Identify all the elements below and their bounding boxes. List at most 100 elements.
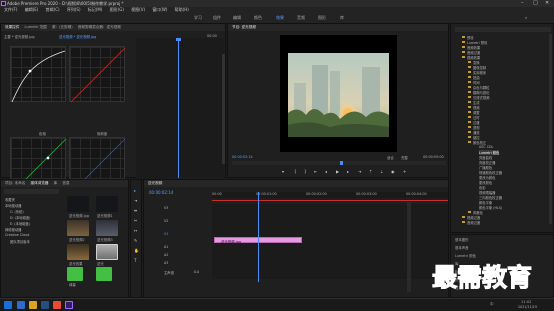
windows-start-icon[interactable] <box>4 301 12 309</box>
tab-project[interactable]: 项目: 未命名 <box>5 181 25 185</box>
essential-graphics-tab[interactable]: 基本图形 <box>455 237 469 242</box>
thumb-3[interactable] <box>67 220 89 236</box>
in-point-icon[interactable]: { <box>294 169 297 174</box>
lumetri-color-tab[interactable]: Lumetri 颜色 <box>455 253 476 258</box>
hand-tool-icon[interactable]: ✋ <box>134 248 139 253</box>
go-to-in-icon[interactable]: ⇤ <box>314 169 317 174</box>
effects-search-input[interactable] <box>455 27 551 32</box>
minimize-button[interactable]: – <box>521 0 524 7</box>
tab-libraries[interactable]: 库 <box>54 181 58 185</box>
menu-clip[interactable]: 剪辑(C) <box>46 7 60 12</box>
effects-tree-item[interactable]: ASC CDL <box>479 145 493 149</box>
tree-local-drives[interactable]: 本地驱动器 <box>5 203 21 208</box>
extract-icon[interactable]: ⇣ <box>380 169 383 174</box>
step-back-icon[interactable]: ◂ <box>325 169 327 174</box>
master-volume-value[interactable]: 0.0 <box>194 270 199 274</box>
tree-drive-d[interactable]: D: (本地磁盘) <box>10 215 30 220</box>
track-a3[interactable]: A3 <box>164 261 168 265</box>
workspace-audio[interactable]: 音频 <box>297 15 305 21</box>
workspace-learn[interactable]: 学习 <box>194 15 202 21</box>
quality-dropdown[interactable]: 完整 <box>401 155 408 160</box>
track-v2[interactable]: V2 <box>164 219 168 223</box>
workspace-libraries[interactable]: 库 <box>340 15 344 21</box>
thumb-6[interactable] <box>96 244 118 260</box>
effects-scrollbar[interactable] <box>549 34 552 224</box>
tree-creative-cloud[interactable]: Creative Cloud <box>5 233 29 237</box>
close-button[interactable]: ✕ <box>545 0 549 7</box>
monitor-playhead[interactable] <box>340 161 343 165</box>
tab-effect-controls[interactable]: 效果控件 <box>5 25 19 29</box>
track-v3[interactable]: V3 <box>164 206 168 210</box>
keyframe-area[interactable] <box>136 38 224 178</box>
workspace-editing[interactable]: 编辑 <box>233 15 241 21</box>
effect-scrollbar[interactable] <box>222 54 225 164</box>
menu-sequence[interactable]: 序列(S) <box>67 7 81 12</box>
menu-window[interactable]: 窗口(W) <box>152 7 167 12</box>
track-v1[interactable]: V1 <box>164 232 168 236</box>
track-a2[interactable]: A2 <box>164 253 168 257</box>
tab-info[interactable]: 信息 <box>62 181 69 185</box>
chrome-icon[interactable] <box>53 301 61 309</box>
type-tool-icon[interactable]: T <box>134 258 136 263</box>
store-icon[interactable] <box>41 301 49 309</box>
monitor-scrub-bar[interactable] <box>232 161 446 165</box>
premiere-taskbar-icon[interactable] <box>65 301 73 309</box>
folder-icon[interactable] <box>29 301 37 309</box>
razor-tool-icon[interactable]: ✂ <box>134 218 137 223</box>
ripple-edit-tool-icon[interactable]: ⇹ <box>134 208 137 213</box>
essential-sound-tab[interactable]: 基本声音 <box>455 245 469 250</box>
add-button-icon[interactable]: + <box>403 169 406 174</box>
thumb-5[interactable] <box>67 244 89 260</box>
track-a1[interactable]: A1 <box>164 245 168 249</box>
play-icon[interactable]: ▶ <box>336 169 339 174</box>
timeline-playhead[interactable] <box>258 192 259 282</box>
search-icon[interactable]: ⌕ <box>525 15 527 20</box>
menu-edit[interactable]: 编辑(E) <box>25 7 39 12</box>
tab-audio-clip-mixer[interactable]: 音频剪辑混合器：逆光视频 <box>78 25 121 29</box>
tab-lumetri-scopes[interactable]: Lumetri 范围 <box>25 25 47 29</box>
lift-icon[interactable]: ⇡ <box>369 169 372 174</box>
edge-icon[interactable] <box>17 301 25 309</box>
work-area-bar[interactable] <box>212 200 448 201</box>
media-search-input[interactable] <box>4 189 59 194</box>
tab-sequence[interactable]: 逆光视频 <box>148 181 162 185</box>
menu-view[interactable]: 视图(V) <box>131 7 145 12</box>
tab-program[interactable]: 节目: 逆光视频 <box>232 25 256 29</box>
timeline-scrollbar[interactable] <box>407 202 411 292</box>
input-language-indicator[interactable]: 中 <box>490 302 494 307</box>
tree-drive-c[interactable]: C: (系统) <box>10 209 24 214</box>
fit-dropdown[interactable]: 适合 <box>387 155 394 160</box>
menu-graphics[interactable]: 图形(G) <box>110 7 124 12</box>
out-point-icon[interactable]: } <box>304 169 307 174</box>
thumb-7[interactable] <box>67 267 83 281</box>
thumb-2[interactable] <box>96 196 118 212</box>
program-timecode[interactable]: 00:00:02:14 <box>232 155 253 159</box>
menu-help[interactable]: 帮助(H) <box>175 7 189 12</box>
workspace-color[interactable]: 颜色 <box>254 15 262 21</box>
clock-time[interactable]: 11:02 <box>521 300 531 304</box>
marker-icon[interactable]: ▾ <box>282 169 284 174</box>
workspace-effects[interactable]: 效果 <box>276 15 284 21</box>
selection-tool-icon[interactable]: ▸ <box>134 188 136 193</box>
tree-drive-e[interactable]: E: (本地磁盘) <box>10 221 30 226</box>
track-select-tool-icon[interactable]: ⇥ <box>134 198 137 203</box>
thumb-1[interactable] <box>67 196 89 212</box>
menu-marker[interactable]: 标记(M) <box>88 7 103 12</box>
menu-file[interactable]: 文件(F) <box>4 7 17 12</box>
tree-favorites[interactable]: 收藏夹 <box>5 197 15 202</box>
effect-playhead-handle[interactable] <box>176 38 181 41</box>
effects-tree-item[interactable]: 音频过渡 <box>462 220 480 225</box>
effect-playhead[interactable] <box>178 38 179 178</box>
tab-source[interactable]: 源：(无剪辑) <box>52 25 73 29</box>
slip-tool-icon[interactable]: ↔ <box>134 228 137 233</box>
pen-tool-icon[interactable]: ✎ <box>134 238 137 243</box>
timeline-ruler[interactable]: 00:00 00:00:01:00 00:00:02:00 00:00:03:0… <box>212 192 448 198</box>
tree-team-projects[interactable]: 团队项目版本 <box>10 239 30 244</box>
timeline-timecode[interactable]: 00:00:02:14 <box>149 190 173 195</box>
export-frame-icon[interactable]: ◉ <box>391 169 395 174</box>
workspace-assembly[interactable]: 组件 <box>213 15 221 21</box>
tab-media-browser[interactable]: 媒体浏览器 <box>30 181 48 185</box>
thumb-4[interactable] <box>96 220 118 236</box>
luma-curve-graph[interactable] <box>10 46 66 103</box>
thumb-8[interactable] <box>96 267 112 281</box>
